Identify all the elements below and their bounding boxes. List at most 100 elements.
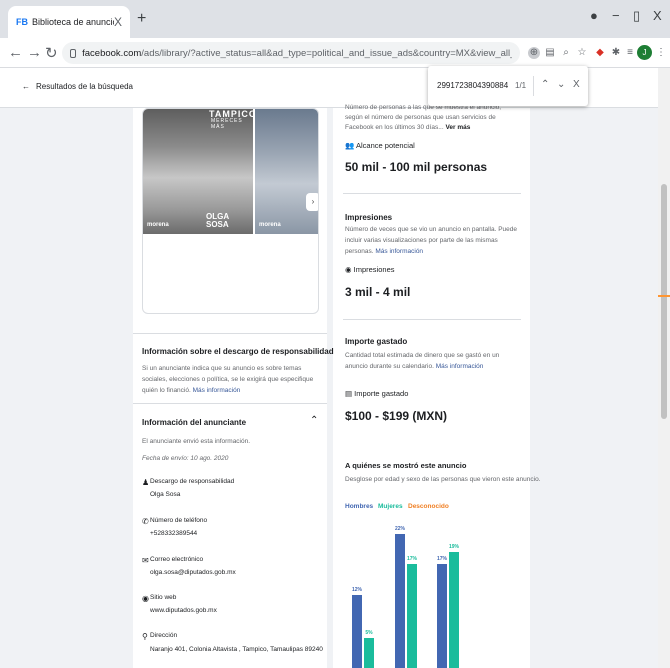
spend-text: Cantidad total estimada de dinero que se…: [345, 352, 500, 370]
row-value: olga.sosa@diputados.gob.mx: [150, 569, 236, 576]
url-input[interactable]: facebook.com/ads/library/?active_status=…: [62, 42, 520, 64]
tab-close-icon[interactable]: X: [114, 15, 122, 29]
impressions-title: Impresiones: [345, 213, 393, 222]
bar-hombres-1[interactable]: [395, 534, 405, 668]
bar-label: 19%: [448, 544, 459, 551]
responsibility-title: Información sobre el descargo de respons…: [142, 347, 334, 356]
people-icon: 👥: [345, 141, 357, 150]
tab-title: Biblioteca de anuncios: [32, 17, 114, 27]
zoom-icon[interactable]: ⌕: [560, 47, 572, 59]
find-count: 1/1: [515, 81, 527, 90]
extension-icon[interactable]: ◆: [594, 47, 606, 59]
find-close-icon[interactable]: X: [573, 79, 580, 90]
receipt-icon: ▤: [345, 389, 355, 398]
menu-kebab-icon[interactable]: ⋮: [655, 47, 667, 59]
row-title: Número de teléfono: [150, 517, 208, 524]
back-arrow-icon[interactable]: ←: [8, 44, 23, 61]
more-info-link[interactable]: Más información: [436, 363, 484, 370]
address-bar: ← → ↻ facebook.com/ads/library/?active_s…: [0, 38, 670, 68]
divider: [133, 333, 327, 334]
row-value: Olga Sosa: [150, 491, 181, 498]
bar-label: 12%: [351, 586, 362, 593]
find-next-icon[interactable]: ⌄: [557, 79, 565, 90]
minimize-button[interactable]: −: [612, 8, 620, 23]
reader-icon[interactable]: ▤: [544, 47, 556, 59]
find-match-marker: [658, 295, 670, 297]
scrollbar-thumb[interactable]: [661, 184, 667, 419]
playlist-icon[interactable]: ≡: [624, 47, 636, 59]
advertiser-sent: El anunciante envió esta información.: [142, 438, 251, 445]
legend-hombres[interactable]: Hombres: [345, 503, 373, 510]
bar-label: 5%: [365, 629, 373, 636]
row-value: +528332389544: [150, 530, 198, 537]
bar-mujeres-1[interactable]: [407, 564, 417, 668]
bar-label: 17%: [436, 556, 447, 563]
profile-avatar[interactable]: J: [637, 45, 652, 60]
browser-tab-bar: FB Biblioteca de anuncios X + ● − ▯ X: [0, 0, 670, 38]
extensions-puzzle-icon[interactable]: ✱: [610, 47, 622, 59]
row-title: Dirección: [150, 632, 178, 639]
bookmark-star-icon[interactable]: ☆: [576, 47, 588, 59]
divider: [133, 403, 327, 404]
maximize-button[interactable]: ▯: [633, 8, 640, 24]
phone-icon: ✆: [142, 517, 149, 526]
email-icon: ✉: [142, 556, 149, 565]
reload-icon[interactable]: ↻: [45, 44, 58, 62]
bar-mujeres-0[interactable]: [364, 637, 374, 668]
collapse-chevron-icon[interactable]: ⌃: [310, 415, 318, 426]
person-icon: ♟: [142, 478, 150, 487]
reach-description: Número de personas a las que se muestra …: [345, 104, 502, 131]
party-logo-2: morena: [259, 222, 281, 228]
ad-image-crowd: TAMPICO MERECES MÁS morena OLGA SOSA: [143, 109, 256, 234]
page-scrollbar[interactable]: [658, 68, 670, 668]
reach-value: 50 mil - 100 mil personas: [345, 160, 488, 174]
url-path: /ads/library/?active_status=all&ad_type=…: [141, 47, 512, 59]
spend-value: $100 - $199 (MXN): [345, 409, 448, 423]
close-window-button[interactable]: X: [653, 8, 662, 23]
find-prev-icon[interactable]: ⌃: [541, 79, 549, 90]
row-title: Sitio web: [150, 594, 177, 601]
party-logo: morena: [147, 222, 169, 228]
reach-label: 👥 Alcance potencial: [345, 141, 415, 150]
back-arrow-icon: ←: [22, 82, 30, 91]
more-info-link[interactable]: Más información: [193, 387, 241, 394]
candidate-name: OLGA SOSA: [206, 212, 229, 229]
divider: [343, 319, 521, 320]
carousel-next-button[interactable]: ›: [306, 193, 318, 211]
divider: [343, 193, 521, 194]
audience-title: A quiénes se mostró este anuncio: [345, 461, 467, 470]
bar-label: 22%: [394, 526, 405, 532]
more-info-link[interactable]: Más información: [375, 248, 423, 255]
favicon-icon: FB: [16, 17, 28, 27]
translate-icon[interactable]: ⊕: [528, 47, 540, 59]
row-value: www.diputados.gob.mx: [150, 607, 217, 614]
find-input[interactable]: 2991723804390884: [437, 81, 508, 90]
legend-mujeres[interactable]: Mujeres: [378, 503, 403, 510]
advertiser-title: Información del anunciante: [142, 418, 247, 427]
audience-text: Desglose por edad y sexo de las personas…: [345, 476, 541, 483]
bar-label: 17%: [406, 556, 417, 563]
impressions-text: Número de veces que se vio un anuncio en…: [345, 226, 518, 255]
ad-image-subtitle: MERECES MÁS: [211, 118, 243, 130]
bar-mujeres-2[interactable]: [449, 552, 459, 668]
row-title: Correo electrónico: [150, 556, 204, 563]
url-host: facebook.com: [82, 47, 142, 59]
forward-arrow-icon[interactable]: →: [27, 44, 42, 61]
ad-details-right-column: [333, 108, 530, 668]
spend-title: Importe gastado: [345, 337, 408, 346]
see-more-link[interactable]: Ver más: [445, 124, 470, 131]
row-value: Naranjo 401, Colonia Altavista , Tampico…: [150, 646, 323, 653]
new-tab-button[interactable]: +: [137, 10, 146, 28]
impressions-value: 3 mil - 4 mil: [345, 285, 411, 299]
bar-hombres-2[interactable]: [437, 564, 447, 668]
location-pin-icon: ⚲: [142, 632, 148, 641]
spend-label: ▤ Importe gastado: [345, 389, 409, 398]
advertiser-date: Fecha de envío: 10 ago. 2020: [142, 455, 229, 462]
globe-icon: ◉: [142, 594, 149, 603]
back-to-results-link[interactable]: ← Resultados de la búsqueda: [22, 82, 139, 91]
impressions-label: ◉ Impresiones: [345, 265, 395, 274]
legend-desconocido[interactable]: Desconocido: [408, 503, 449, 510]
lock-icon: [70, 48, 77, 58]
ad-preview-card: TAMPICO MERECES MÁS morena OLGA SOSA mor…: [142, 108, 319, 314]
browser-tab[interactable]: FB Biblioteca de anuncios X: [8, 6, 130, 38]
